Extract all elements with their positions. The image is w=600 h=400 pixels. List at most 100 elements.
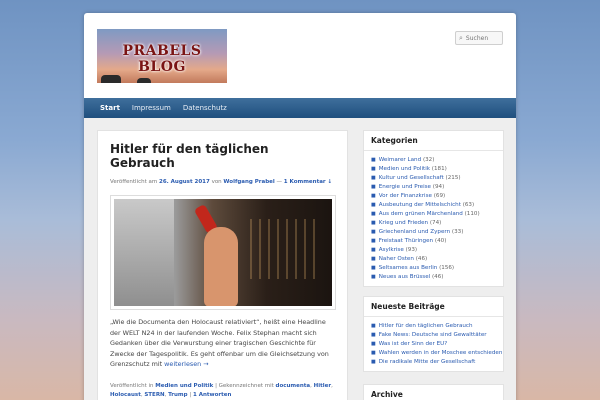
bullet-icon: ■ bbox=[371, 323, 376, 329]
recent-post-link[interactable]: Die radikale Mitte der Gesellschaft bbox=[379, 359, 476, 365]
post-title[interactable]: Hitler für den täglichen Gebrauch bbox=[110, 142, 335, 170]
list-item: ■ Krieg und Frieden (74) bbox=[371, 219, 496, 228]
image-lights bbox=[250, 219, 320, 279]
tag-link[interactable]: STERN bbox=[144, 392, 164, 398]
nav-item-impressum[interactable]: Impressum bbox=[126, 98, 177, 118]
bullet-icon: ■ bbox=[371, 247, 376, 253]
list-item: ■ Griechenland und Zypern (33) bbox=[371, 228, 496, 237]
post-author-link[interactable]: Wolfgang Prabel bbox=[223, 179, 274, 185]
recent-post-link[interactable]: Hitler für den täglichen Gebrauch bbox=[379, 323, 473, 329]
widget-recent-posts: Neueste Beiträge ■ Hitler für den täglich… bbox=[363, 296, 504, 372]
search-icon: ⌕ bbox=[459, 33, 463, 42]
category-count: (215) bbox=[445, 175, 461, 181]
bullet-icon: ■ bbox=[371, 274, 376, 280]
answers-link[interactable]: 1 Antworten bbox=[193, 392, 231, 398]
list-item: ■ Vor der Finanzkrise (69) bbox=[371, 192, 496, 201]
list-item: ■ Aus dem grünen Märchenland (110) bbox=[371, 210, 496, 219]
logo-tree-silhouette bbox=[101, 75, 121, 83]
category-item-link[interactable]: Seltsames aus Berlin bbox=[379, 265, 438, 271]
list-item: ■ Medien und Politik (181) bbox=[371, 165, 496, 174]
widget-title: Archive bbox=[364, 385, 503, 400]
category-item-link[interactable]: Griechenland und Zypern bbox=[379, 229, 450, 235]
logo-text: PRABELS BLOG bbox=[122, 43, 202, 75]
category-item-link[interactable]: Aus dem grünen Märchenland bbox=[379, 211, 463, 217]
widget-archive: Archive bbox=[363, 384, 504, 400]
widget-categories: Kategorien ■ Weimarer Land (32) ■ Medien u… bbox=[363, 130, 504, 287]
search-input[interactable] bbox=[465, 33, 502, 43]
recent-post-link[interactable]: Wahlen werden in der Moschee entschieden bbox=[379, 350, 503, 356]
bullet-icon: ■ bbox=[371, 220, 376, 226]
tag-link[interactable]: Trump bbox=[168, 392, 187, 398]
excerpt-text: „Wie die Documenta den Holocaust relativ… bbox=[110, 318, 329, 368]
list-item: ■ Energie und Preise (94) bbox=[371, 183, 496, 192]
bullet-icon: ■ bbox=[371, 229, 376, 235]
category-item-link[interactable]: Ausbeutung der Mittelschicht bbox=[379, 202, 461, 208]
list-item: ■ Kultur und Gesellschaft (215) bbox=[371, 174, 496, 183]
category-item-link[interactable]: Weimarer Land bbox=[379, 157, 421, 163]
widget-title: Kategorien bbox=[364, 131, 503, 151]
category-count: (63) bbox=[462, 202, 475, 208]
category-item-link[interactable]: Neues aus Brüssel bbox=[379, 274, 430, 280]
list-item: ■ Neues aus Brüssel (46) bbox=[371, 273, 496, 282]
bullet-icon: ■ bbox=[371, 211, 376, 217]
tag-link[interactable]: Holocaust bbox=[110, 392, 141, 398]
category-count: (69) bbox=[433, 193, 446, 199]
meta-separator: — bbox=[276, 179, 283, 185]
bullet-icon: ■ bbox=[371, 202, 376, 208]
tag-link[interactable]: Hitler bbox=[314, 383, 331, 389]
bullet-icon: ■ bbox=[371, 166, 376, 172]
category-count: (110) bbox=[464, 211, 480, 217]
post-comments-link[interactable]: 1 Kommentar ↓ bbox=[284, 179, 332, 185]
main-nav: Start Impressum Datenschutz bbox=[84, 98, 516, 118]
list-item: ■ Naher Osten (46) bbox=[371, 255, 496, 264]
bullet-icon: ■ bbox=[371, 238, 376, 244]
category-item-link[interactable]: Krieg und Frieden bbox=[379, 220, 428, 226]
meta-prefix: Veröffentlicht am bbox=[110, 179, 158, 185]
category-count: (40) bbox=[434, 238, 447, 244]
bullet-icon: ■ bbox=[371, 175, 376, 181]
list-item: ■ Wahlen werden in der Moschee entschiede… bbox=[371, 349, 502, 358]
image-sausage-figure bbox=[204, 227, 238, 306]
meta-by: von bbox=[211, 179, 222, 185]
category-count: (93) bbox=[405, 247, 418, 253]
post-image-frame bbox=[110, 195, 336, 310]
category-list: ■ Weimarer Land (32) ■ Medien und Politik … bbox=[364, 151, 503, 286]
bullet-icon: ■ bbox=[371, 184, 376, 190]
post-date-link[interactable]: 26. August 2017 bbox=[159, 179, 210, 185]
category-count: (94) bbox=[432, 184, 445, 190]
category-item-link[interactable]: Asylkrise bbox=[379, 247, 404, 253]
nav-item-start[interactable]: Start bbox=[94, 98, 126, 118]
category-item-link[interactable]: Vor der Finanzkrise bbox=[379, 193, 432, 199]
bullet-icon: ■ bbox=[371, 256, 376, 262]
bullet-icon: ■ bbox=[371, 193, 376, 199]
category-link[interactable]: Medien und Politik bbox=[155, 383, 213, 389]
category-item-link[interactable]: Freistaat Thüringen bbox=[379, 238, 433, 244]
recent-post-link[interactable]: Was ist der Sinn der EU? bbox=[379, 341, 447, 347]
category-item-link[interactable]: Energie und Preise bbox=[379, 184, 431, 190]
footer-tagged: | Gekennzeichnet mit bbox=[215, 382, 274, 389]
post-image[interactable] bbox=[114, 199, 332, 306]
bullet-icon: ■ bbox=[371, 332, 376, 338]
read-more-link[interactable]: weiterlesen → bbox=[164, 360, 208, 368]
list-item: ■ Asylkrise (93) bbox=[371, 246, 496, 255]
bullet-icon: ■ bbox=[371, 157, 376, 163]
post-footer-meta: Veröffentlicht in Medien und Politik | G… bbox=[110, 382, 333, 398]
category-item-link[interactable]: Medien und Politik bbox=[379, 166, 430, 172]
site-header: PRABELS BLOG ⌕ bbox=[84, 13, 516, 98]
category-count: (32) bbox=[422, 157, 435, 163]
category-item-link[interactable]: Kultur und Gesellschaft bbox=[379, 175, 444, 181]
site-logo[interactable]: PRABELS BLOG bbox=[97, 29, 227, 83]
list-item: ■ Was ist der Sinn der EU? bbox=[371, 340, 496, 349]
list-item: ■ Die radikale Mitte der Gesellschaft bbox=[371, 358, 496, 367]
category-count: (46) bbox=[415, 256, 428, 262]
tag-link[interactable]: documenta bbox=[276, 383, 311, 389]
recent-post-link[interactable]: Fake News: Deutsche sind Gewalttäter bbox=[379, 332, 487, 338]
list-item: ■ Seltsames aus Berlin (156) bbox=[371, 264, 496, 273]
search-box[interactable]: ⌕ bbox=[455, 31, 503, 45]
logo-tree-silhouette bbox=[137, 78, 151, 83]
bullet-icon: ■ bbox=[371, 341, 376, 347]
recent-list: ■ Hitler für den täglichen Gebrauch ■ Fake… bbox=[364, 317, 503, 371]
list-item: ■ Weimarer Land (32) bbox=[371, 156, 496, 165]
nav-item-datenschutz[interactable]: Datenschutz bbox=[177, 98, 233, 118]
category-item-link[interactable]: Naher Osten bbox=[379, 256, 414, 262]
